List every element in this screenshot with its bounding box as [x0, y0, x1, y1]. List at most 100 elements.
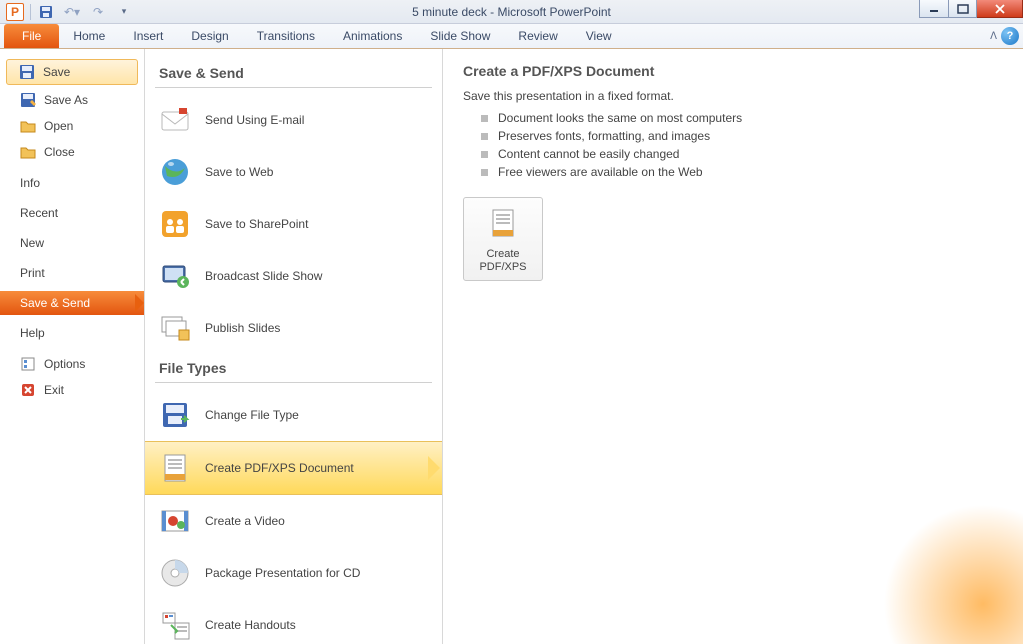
change-type-icon	[159, 399, 191, 431]
save-send-panel: Save & Send Send Using E-mail Save to We…	[145, 49, 443, 644]
close-button[interactable]	[977, 0, 1023, 18]
item-send-email[interactable]: Send Using E-mail	[145, 94, 442, 146]
nav-open[interactable]: Open	[0, 113, 144, 139]
item-package-cd[interactable]: Package Presentation for CD	[145, 547, 442, 599]
nav-close-label: Close	[44, 145, 75, 159]
create-pdf-xps-button[interactable]: Create PDF/XPS	[463, 197, 543, 281]
detail-panel: Create a PDF/XPS Document Save this pres…	[443, 49, 1023, 644]
publish-icon	[159, 312, 191, 344]
nav-exit[interactable]: Exit	[0, 377, 144, 403]
item-create-pdf[interactable]: Create PDF/XPS Document	[145, 441, 442, 495]
tab-design[interactable]: Design	[177, 24, 242, 48]
item-create-video-label: Create a Video	[205, 514, 285, 528]
nav-options-label: Options	[44, 357, 85, 371]
item-save-web-label: Save to Web	[205, 165, 273, 179]
nav-help-label: Help	[20, 326, 45, 340]
window-controls	[919, 0, 1023, 23]
backstage-nav: Save Save As Open Close Info Recent New …	[0, 49, 145, 644]
titlebar: P ↶▾ ↷ ▾ 5 minute deck - Microsoft Power…	[0, 0, 1023, 24]
item-save-web[interactable]: Save to Web	[145, 146, 442, 198]
tab-home[interactable]: Home	[59, 24, 119, 48]
cd-icon	[159, 557, 191, 589]
create-pdf-xps-label: Create PDF/XPS	[468, 248, 538, 274]
nav-open-label: Open	[44, 119, 73, 133]
nav-recent[interactable]: Recent	[0, 201, 144, 225]
tab-animations[interactable]: Animations	[329, 24, 416, 48]
item-create-video[interactable]: Create a Video	[145, 495, 442, 547]
save-icon	[19, 64, 35, 80]
nav-save-as-label: Save As	[44, 93, 88, 107]
quick-access-toolbar: P ↶▾ ↷ ▾	[0, 2, 135, 22]
item-publish-slides-label: Publish Slides	[205, 321, 280, 335]
minimize-button[interactable]	[919, 0, 949, 18]
qat-save-icon[interactable]	[35, 2, 57, 22]
maximize-button[interactable]	[949, 0, 977, 18]
item-broadcast-label: Broadcast Slide Show	[205, 269, 322, 283]
minimize-ribbon-icon[interactable]: ᐱ	[990, 31, 997, 42]
item-create-handouts-label: Create Handouts	[205, 618, 296, 632]
broadcast-icon	[159, 260, 191, 292]
nav-info-label: Info	[20, 176, 40, 190]
pdf-icon	[159, 452, 191, 484]
nav-save-send-label: Save & Send	[20, 296, 90, 310]
backstage: Save Save As Open Close Info Recent New …	[0, 49, 1023, 644]
section-file-types: File Types	[145, 354, 442, 380]
section-save-send: Save & Send	[145, 59, 442, 85]
item-save-sharepoint[interactable]: Save to SharePoint	[145, 198, 442, 250]
nav-info[interactable]: Info	[0, 171, 144, 195]
tab-review[interactable]: Review	[504, 24, 571, 48]
help-icon[interactable]: ?	[1001, 27, 1019, 45]
item-change-file-type[interactable]: Change File Type	[145, 389, 442, 441]
sharepoint-icon	[159, 208, 191, 240]
nav-save-send[interactable]: Save & Send	[0, 291, 144, 315]
qat-redo-icon[interactable]: ↷	[87, 2, 109, 22]
tab-slideshow[interactable]: Slide Show	[416, 24, 504, 48]
tab-view[interactable]: View	[572, 24, 626, 48]
nav-recent-label: Recent	[20, 206, 58, 220]
tab-insert[interactable]: Insert	[119, 24, 177, 48]
nav-save-label: Save	[43, 65, 70, 79]
detail-subtext: Save this presentation in a fixed format…	[463, 89, 1003, 103]
item-create-pdf-label: Create PDF/XPS Document	[205, 461, 354, 475]
web-icon	[159, 156, 191, 188]
ribbon-tabs: File Home Insert Design Transitions Anim…	[0, 24, 1023, 49]
nav-close[interactable]: Close	[0, 139, 144, 165]
nav-print-label: Print	[20, 266, 45, 280]
handouts-icon	[159, 609, 191, 641]
qat-undo-icon[interactable]: ↶▾	[61, 2, 83, 22]
nav-new-label: New	[20, 236, 44, 250]
bullet-text: Free viewers are available on the Web	[498, 165, 703, 179]
item-save-sharepoint-label: Save to SharePoint	[205, 217, 308, 231]
email-icon	[159, 104, 191, 136]
create-pdf-xps-icon	[486, 208, 520, 242]
window-title: 5 minute deck - Microsoft PowerPoint	[412, 5, 611, 19]
options-icon	[20, 356, 36, 372]
nav-help[interactable]: Help	[0, 321, 144, 345]
bullet-text: Document looks the same on most computer…	[498, 111, 742, 125]
tab-file[interactable]: File	[4, 24, 59, 48]
tab-transitions[interactable]: Transitions	[243, 24, 329, 48]
nav-save[interactable]: Save	[6, 59, 138, 85]
item-broadcast[interactable]: Broadcast Slide Show	[145, 250, 442, 302]
item-send-email-label: Send Using E-mail	[205, 113, 304, 127]
bullet-text: Content cannot be easily changed	[498, 147, 679, 161]
nav-save-as[interactable]: Save As	[0, 87, 144, 113]
open-icon	[20, 118, 36, 134]
item-package-cd-label: Package Presentation for CD	[205, 566, 360, 580]
app-icon[interactable]: P	[4, 2, 26, 22]
item-create-handouts[interactable]: Create Handouts	[145, 599, 442, 644]
exit-icon	[20, 382, 36, 398]
detail-bullet: Preserves fonts, formatting, and images	[463, 127, 1003, 145]
nav-new[interactable]: New	[0, 231, 144, 255]
detail-heading: Create a PDF/XPS Document	[463, 63, 1003, 79]
bullet-text: Preserves fonts, formatting, and images	[498, 129, 710, 143]
detail-bullet: Document looks the same on most computer…	[463, 109, 1003, 127]
qat-customize-icon[interactable]: ▾	[113, 2, 135, 22]
nav-exit-label: Exit	[44, 383, 64, 397]
nav-print[interactable]: Print	[0, 261, 144, 285]
nav-options[interactable]: Options	[0, 351, 144, 377]
save-as-icon	[20, 92, 36, 108]
item-change-file-type-label: Change File Type	[205, 408, 299, 422]
detail-bullet: Free viewers are available on the Web	[463, 163, 1003, 181]
item-publish-slides[interactable]: Publish Slides	[145, 302, 442, 354]
